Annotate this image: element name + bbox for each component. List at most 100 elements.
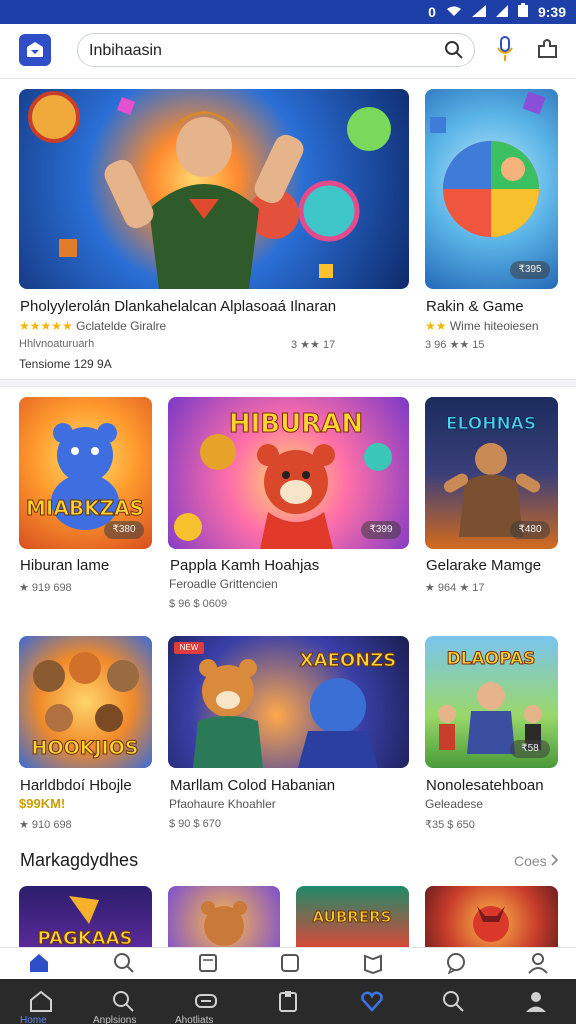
game-art: HOOKJIOS (31, 652, 139, 760)
game-card[interactable]: MIABKZAS ₹380 Hiburan lame ★ 919 698 (19, 397, 152, 607)
game-art: XAEONZS (193, 650, 397, 768)
featured-side-rating-text: Wime hiteoiesen (449, 319, 539, 333)
search-icon[interactable] (111, 989, 135, 1013)
game-thumbnail[interactable]: DLAOPAS ₹58 (425, 636, 558, 768)
featured-side-rating: ★★ Wime hiteoiesen (425, 319, 539, 333)
square-icon[interactable] (279, 952, 303, 976)
game-thumbnail[interactable]: MIABKZAS ₹380 (19, 397, 152, 549)
game-card[interactable] (168, 886, 280, 947)
status-icons: 0 9:39 (428, 3, 566, 20)
game-card[interactable]: ELOHNAS ₹480 Gelarake Mamge ★ 964 ★ 17 (425, 397, 558, 607)
account-icon[interactable] (524, 989, 548, 1013)
status-bar: 0 9:39 (0, 0, 576, 24)
price-badge: ₹395 (510, 261, 550, 279)
search-icon[interactable] (113, 952, 137, 976)
price-badge: ₹399 (361, 521, 401, 539)
game-art-title: ELOHNAS (446, 414, 536, 434)
game-thumbnail[interactable]: PAGKAAS (19, 886, 152, 947)
more-link-label: Coes (514, 853, 547, 869)
nav-label-hotlists[interactable]: Ahotliats (175, 1015, 213, 1024)
game-subtitle: Pfaohaure Khoahler (169, 797, 276, 811)
featured-side-art (430, 91, 546, 237)
game-art-title: AUBRERS (313, 908, 392, 926)
game-thumbnail[interactable]: AUBRERS (296, 886, 409, 947)
wifi-icon (446, 4, 462, 20)
notepad-icon[interactable] (197, 952, 221, 976)
featured-main-rating: ★★★★★ Gclatelde Giralre (19, 319, 166, 333)
book-icon[interactable] (362, 952, 386, 976)
featured-main-stats: 3 ★★ 17 (291, 339, 336, 351)
mic-icon[interactable] (495, 36, 515, 67)
featured-card-side[interactable]: ₹395 Rakin & Game ★★ Wime hiteoiesen 3 9… (425, 89, 558, 379)
game-thumbnail[interactable]: XAEONZS NEW (168, 636, 409, 768)
status-time: 9:39 (537, 3, 566, 20)
game-art (473, 906, 509, 942)
cell-signal-icon (471, 4, 486, 20)
battery-icon (517, 3, 528, 20)
game-meta: $ 90 $ 670 (169, 818, 221, 830)
game-card[interactable]: HIBURAN ₹399 Pappla Kamh Hoahjas Feroadl… (168, 397, 409, 610)
game-title: Nonolesatehboan (426, 777, 544, 794)
game-thumbnail[interactable] (425, 886, 558, 947)
person-icon[interactable] (527, 952, 551, 976)
featured-side-meta: 3 96 ★★ 15 (425, 339, 485, 351)
gamepad-icon[interactable] (194, 989, 218, 1013)
game-title: Harldbdoí Hbojle (20, 777, 132, 794)
game-thumbnail[interactable]: HIBURAN ₹399 (168, 397, 409, 549)
puzzle-icon[interactable] (536, 36, 560, 65)
home-icon[interactable] (28, 952, 52, 976)
chat-bubble-icon[interactable] (445, 952, 469, 976)
game-card[interactable]: HOOKJIOS Harldbdoí Hbojle $99KM! ★ 910 6… (19, 636, 152, 836)
featured-main-developer: Hhlvnoaturuarh (19, 338, 95, 350)
chevron-right-icon (551, 853, 559, 869)
section-heading: Markagdydhes (20, 850, 139, 870)
game-subtitle: Feroadle Grittencien (169, 577, 278, 591)
search-icon[interactable] (444, 40, 464, 65)
featured-main-thumbnail[interactable] (19, 89, 409, 289)
game-art-title: MIABKZAS (26, 496, 144, 520)
sale-price: $99KM! (19, 796, 66, 811)
game-thumbnail[interactable]: HOOKJIOS (19, 636, 152, 768)
search-input[interactable]: Inbihaasin (77, 33, 475, 67)
star-rating-icon: ★★★★★ (19, 319, 73, 333)
nav-label-applications[interactable]: Anplsions (93, 1015, 136, 1024)
game-meta: ₹35 $ 650 (425, 819, 475, 831)
app-tab-bar (0, 947, 576, 979)
nav-label-home[interactable]: Home (20, 1015, 47, 1024)
game-title: Hiburan lame (20, 557, 110, 574)
star-rating-icon: ★★ (425, 319, 447, 333)
featured-main-title: Pholyylerolán Dlankahelalcan Alplasoaá I… (20, 298, 337, 315)
section-divider (0, 379, 576, 387)
game-thumbnail[interactable]: ELOHNAS ₹480 (425, 397, 558, 549)
game-card[interactable] (425, 886, 558, 947)
topbar-divider (0, 78, 576, 79)
home-icon[interactable] (29, 989, 53, 1013)
cell-signal-icon-2 (495, 4, 508, 20)
new-badge: NEW (174, 642, 204, 654)
app-logo-icon[interactable] (19, 34, 51, 66)
game-card[interactable]: AUBRERS (296, 886, 409, 947)
status-signal-text: 0 (428, 3, 436, 20)
featured-side-title: Rakin & Game (426, 298, 524, 315)
search-icon[interactable] (441, 989, 465, 1013)
game-art: AUBRERS (312, 908, 392, 927)
game-thumbnail[interactable] (168, 886, 280, 947)
game-card[interactable]: PAGKAAS (19, 886, 152, 947)
game-art-title: XAEONZS (300, 650, 397, 671)
game-card[interactable]: DLAOPAS ₹58 Nonolesatehboan Geleadese ₹3… (425, 636, 558, 836)
more-link[interactable]: Coes (514, 853, 559, 869)
top-app-bar: Inbihaasin (0, 24, 576, 80)
game-art-title: PAGKAAS (37, 928, 132, 947)
search-query-text: Inbihaasin (89, 42, 162, 59)
game-art (201, 901, 247, 946)
price-badge: ₹380 (104, 521, 144, 539)
price-badge: ₹480 (510, 521, 550, 539)
library-icon[interactable] (276, 989, 300, 1013)
featured-side-thumbnail[interactable]: ₹395 (425, 89, 558, 289)
game-card[interactable]: XAEONZS NEW Marllam Colod Habanian Pfaoh… (168, 636, 409, 836)
game-art-title: DLAOPAS (447, 649, 536, 669)
heart-icon[interactable] (360, 989, 384, 1013)
game-meta: $ 96 $ 0609 (169, 598, 228, 610)
featured-card-main[interactable]: Pholyylerolán Dlankahelalcan Alplasoaá I… (19, 89, 409, 379)
game-title: Gelarake Mamge (426, 557, 542, 574)
